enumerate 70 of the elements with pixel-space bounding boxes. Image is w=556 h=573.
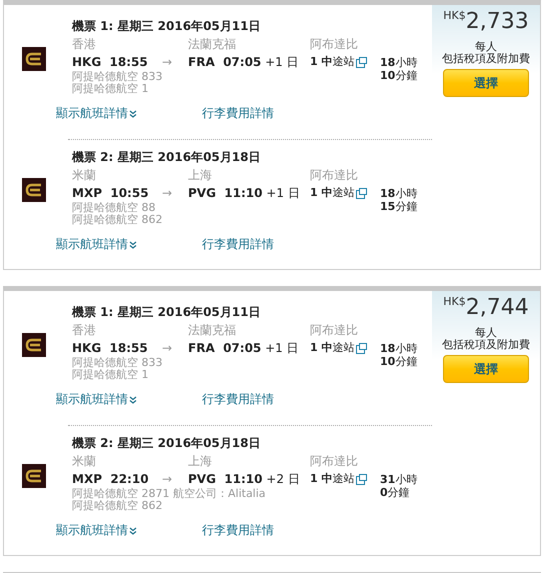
per-person-label: 每人 xyxy=(475,41,497,53)
duration-text: 18小時 15分鐘 xyxy=(380,186,418,215)
destination-city: 上海 xyxy=(188,453,213,470)
baggage-fees-link[interactable]: 行李費用詳情 xyxy=(202,391,274,408)
arrow-text: → xyxy=(162,54,174,71)
flight-number: 阿提哈德航空 88 xyxy=(72,202,156,214)
stopover-city: 阿布達比 xyxy=(310,167,359,184)
arrival-time: FRA 07:05 +1 日 xyxy=(188,340,300,357)
airline-logo-icon xyxy=(22,333,46,357)
origin-city: 香港 xyxy=(72,36,97,53)
flight-number: 阿提哈德航空 1 xyxy=(72,83,150,95)
stopover-city: 阿布達比 xyxy=(310,453,359,470)
popup-icon[interactable] xyxy=(356,342,368,354)
chevron-down-icon xyxy=(129,110,137,118)
baggage-fees-link[interactable]: 行李費用詳情 xyxy=(202,522,274,539)
chevron-down-icon xyxy=(129,526,137,534)
departure-time: MXP 22:10 xyxy=(72,471,150,488)
stops-text: 1 中途站 xyxy=(310,185,354,201)
flight-details-link[interactable]: 顯示航班詳情 xyxy=(56,236,202,253)
flight-details-link[interactable]: 顯示航班詳情 xyxy=(56,522,202,539)
flight-number: 阿提哈德航空 862 xyxy=(72,500,164,512)
arrival-time: PVG 11:10 +1 日 xyxy=(188,185,301,202)
airline-logo-icon xyxy=(22,464,46,488)
baggage-fees-link[interactable]: 行李費用詳情 xyxy=(202,105,274,122)
price-includes-label: 包括稅項及附加費 xyxy=(442,339,530,351)
chevron-down-icon xyxy=(129,240,137,248)
arrow-text: → xyxy=(162,471,173,488)
duration-text: 31小時 0分鐘 xyxy=(380,472,418,501)
flight-number: 阿提哈德航空 833 xyxy=(72,357,164,369)
duration-text: 18小時 10分鐘 xyxy=(380,341,418,370)
leg-title: 機票 2: 星期三 2016年05月18日 xyxy=(72,435,262,452)
stopover-city: 阿布達比 xyxy=(310,322,359,339)
leg-title: 機票 1: 星期三 2016年05月11日 xyxy=(72,304,262,321)
origin-city: 香港 xyxy=(72,322,97,339)
popup-icon[interactable] xyxy=(356,188,368,198)
flight-details-link[interactable]: 顯示航班詳情 xyxy=(56,105,202,122)
leg-title: 機票 2: 星期三 2016年05月18日 xyxy=(72,149,262,166)
select-button[interactable]: 選擇 xyxy=(443,69,529,97)
departure-time: HKG 18:55 xyxy=(72,340,149,356)
airline-logo-icon xyxy=(22,47,46,71)
select-button[interactable]: 選擇 xyxy=(443,355,529,383)
duration-text: 18小時 10分鐘 xyxy=(380,55,418,84)
flight-number: 阿提哈德航空 2871 航空公司：Alitalia xyxy=(72,488,267,500)
flight-number: 阿提哈德航空 833 xyxy=(72,71,164,83)
stops-text: 1 中途站 xyxy=(310,340,354,356)
departure-time: MXP 10:55 xyxy=(72,185,150,202)
flight-number: 阿提哈德航空 1 xyxy=(72,369,150,381)
destination-city: 法蘭克福 xyxy=(188,36,237,53)
arrow-text: → xyxy=(162,340,174,357)
airline-logo-icon xyxy=(22,178,46,202)
stops-text: 1 中途站 xyxy=(310,471,354,487)
origin-city: 米蘭 xyxy=(72,167,97,184)
flight-number: 阿提哈德航空 862 xyxy=(72,214,164,226)
popup-icon[interactable] xyxy=(356,56,368,68)
departure-time: HKG 18:55 xyxy=(72,54,149,70)
arrival-time: FRA 07:05 +1 日 xyxy=(188,54,300,71)
stops-text: 1 中途站 xyxy=(310,54,354,70)
price-includes-label: 包括稅項及附加費 xyxy=(442,53,530,65)
chevron-down-icon xyxy=(129,396,137,404)
per-person-label: 每人 xyxy=(475,327,497,339)
popup-icon[interactable] xyxy=(356,474,368,484)
destination-city: 上海 xyxy=(188,167,213,184)
stopover-city: 阿布達比 xyxy=(310,36,359,53)
leg-title: 機票 1: 星期三 2016年05月11日 xyxy=(72,18,262,35)
baggage-fees-link[interactable]: 行李費用詳情 xyxy=(202,236,274,253)
arrival-time: PVG 11:10 +2 日 xyxy=(188,471,301,488)
destination-city: 法蘭克福 xyxy=(188,322,237,339)
arrow-text: → xyxy=(162,185,174,202)
flight-details-link[interactable]: 顯示航班詳情 xyxy=(56,391,202,408)
origin-city: 米蘭 xyxy=(72,453,97,470)
